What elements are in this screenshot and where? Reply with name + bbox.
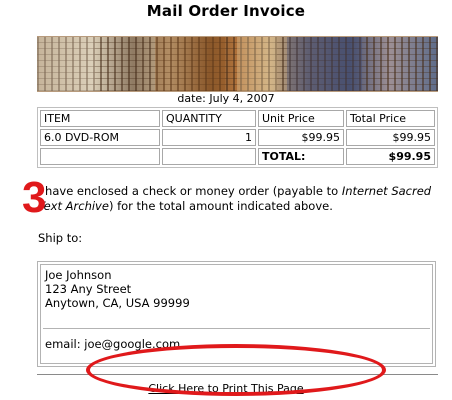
column-header-item: ITEM: [40, 110, 160, 127]
address-divider: [43, 328, 430, 329]
table-total-row: TOTAL: $99.95: [40, 148, 435, 165]
banner-panel: [155, 37, 225, 91]
payment-text-before: I have enclosed a check or money order (…: [38, 184, 342, 198]
step-number-annotation: 3: [22, 173, 47, 222]
shipping-address-inner: Joe Johnson 123 Any Street Anytown, CA, …: [40, 264, 433, 364]
banner-panel: [237, 37, 277, 91]
column-header-total-price: Total Price: [346, 110, 435, 127]
table-row: 6.0 DVD-ROM 1 $99.95 $99.95: [40, 129, 435, 146]
ship-name: Joe Johnson: [45, 268, 112, 282]
payment-instructions: I have enclosed a check or money order (…: [38, 184, 448, 214]
column-header-quantity: QUANTITY: [162, 110, 256, 127]
cell-empty: [162, 148, 256, 165]
ship-email: email: joe@google.com: [45, 337, 181, 351]
ship-city-line: Anytown, CA, USA 99999: [45, 296, 190, 310]
ship-street: 123 Any Street: [45, 282, 132, 296]
cell-unit-price: $99.95: [258, 129, 344, 146]
column-header-unit-price: Unit Price: [258, 110, 344, 127]
page-title: Mail Order Invoice: [146, 2, 306, 20]
print-page-link[interactable]: Click Here to Print This Page: [0, 382, 452, 395]
table-header-row: ITEM QUANTITY Unit Price Total Price: [40, 110, 435, 127]
cell-total-price: $99.95: [346, 129, 435, 146]
total-value: $99.95: [346, 148, 435, 165]
banner-panel: [37, 37, 95, 91]
ship-to-label: Ship to:: [38, 231, 83, 245]
manuscript-banner-image: [37, 36, 438, 92]
invoice-date: date: July 4, 2007: [177, 92, 275, 105]
total-label: TOTAL:: [258, 148, 344, 165]
invoice-table: ITEM QUANTITY Unit Price Total Price 6.0…: [37, 107, 438, 168]
cell-empty: [40, 148, 160, 165]
banner-panel: [287, 37, 362, 91]
horizontal-divider: [37, 374, 438, 375]
shipping-address-box: Joe Johnson 123 Any Street Anytown, CA, …: [37, 261, 436, 367]
payment-text-after: ) for the total amount indicated above.: [108, 199, 333, 213]
cell-item: 6.0 DVD-ROM: [40, 129, 160, 146]
cell-quantity: 1: [162, 129, 256, 146]
